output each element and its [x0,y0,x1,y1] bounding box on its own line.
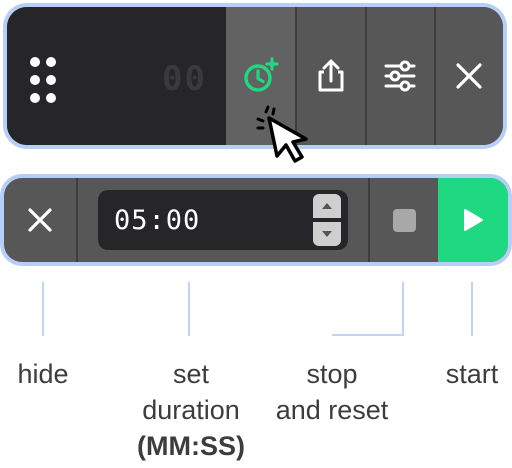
share-button[interactable] [295,7,365,145]
start-leader-line [471,282,473,336]
set-duration-label: set duration (MM:SS) [126,356,256,464]
stop-leader-line-horizontal [332,334,404,336]
start-label-text: start [445,359,499,389]
toolbar: 00 [7,7,503,145]
play-icon [464,209,483,231]
settings-button[interactable] [364,7,434,145]
drag-handle-icon[interactable] [30,57,60,105]
caret-up-icon [322,203,332,209]
timer-display: 00 [162,59,207,99]
hide-label-text: hide [17,359,69,389]
hide-label: hide [2,356,84,392]
duration-input[interactable] [98,190,348,250]
stop-leader-line [402,282,404,336]
caret-down-icon [322,231,332,237]
set-duration-format: (MM:SS) [137,431,245,461]
start-label: start [432,356,512,392]
share-icon [318,59,344,92]
controls-outline [0,174,512,266]
start-button[interactable] [438,178,508,262]
add-timer-button[interactable] [226,7,296,145]
stop-label-line1: stop [306,359,358,389]
stop-reset-label: stop and reset [262,356,402,428]
set-duration-label-line1: set [172,359,210,389]
duration-stepper[interactable] [313,194,341,246]
duration-control [78,178,370,262]
sliders-icon [384,60,416,92]
stop-icon [392,208,416,232]
set-duration-label-line2: duration [142,395,240,425]
toolbar-outline: 00 [3,3,507,149]
close-icon [456,63,482,89]
timer-add-icon [244,57,279,92]
toolbar-drag-area[interactable]: 00 [7,7,227,145]
hide-leader-line [42,282,44,336]
stop-reset-button[interactable] [370,178,438,262]
increment-button[interactable] [313,194,341,218]
controls-bar [4,178,508,262]
timer-widget-diagram: 00 05:00 hide set duration (MM:SS) stop … [0,0,512,468]
stop-label-line2: and reset [275,395,389,425]
decrement-button[interactable] [313,222,341,246]
hide-button[interactable] [4,178,78,262]
close-toolbar-button[interactable] [433,7,503,145]
duration-leader-line [188,282,190,336]
close-icon [28,208,52,232]
